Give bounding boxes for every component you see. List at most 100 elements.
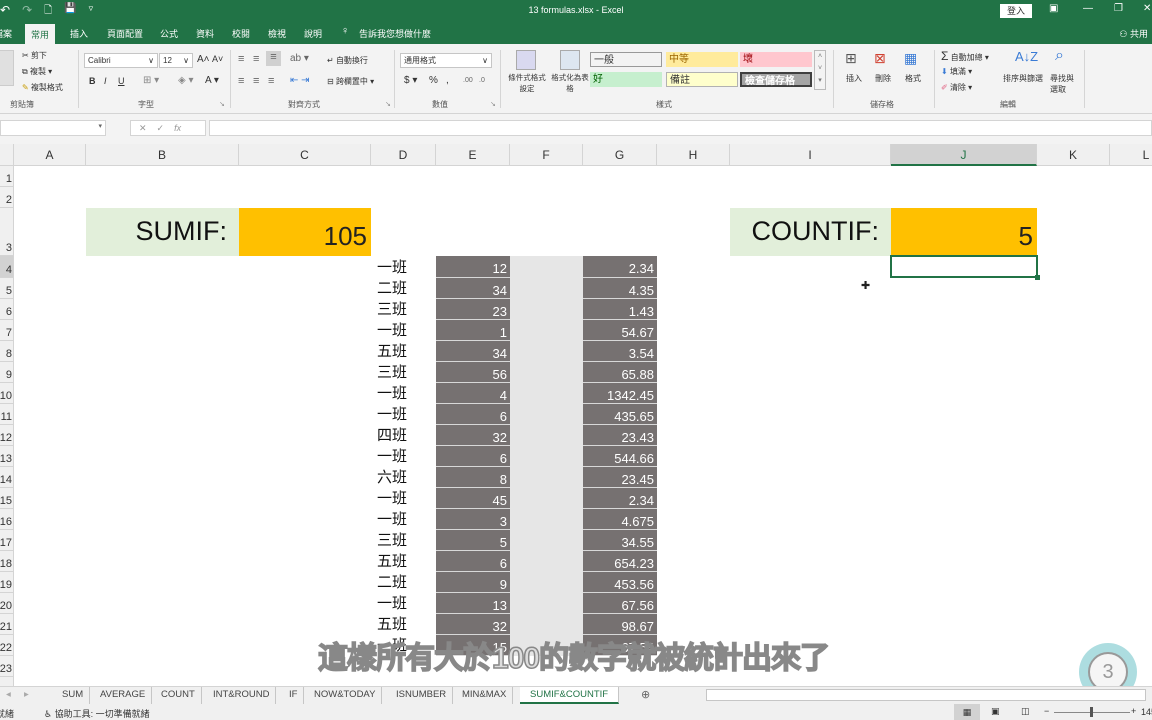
- value-cell-e[interactable]: 8: [436, 467, 510, 488]
- horizontal-scrollbar[interactable]: [706, 689, 1146, 701]
- dialog-launcher-icon[interactable]: ↘: [385, 100, 391, 108]
- column-header-g[interactable]: G: [583, 144, 657, 166]
- value-cell-e[interactable]: 9: [436, 572, 510, 593]
- class-cell[interactable]: 二班: [371, 572, 407, 593]
- row-header[interactable]: 10: [0, 383, 13, 404]
- active-cell-j4[interactable]: [890, 255, 1040, 280]
- ribbon-display-icon[interactable]: ▣: [1049, 3, 1058, 14]
- copy-button[interactable]: ⧉ 複製 ▾: [22, 66, 52, 77]
- percent-button[interactable]: %: [429, 75, 438, 86]
- tab-file[interactable]: 檔案: [0, 27, 12, 40]
- row-header[interactable]: 14: [0, 467, 13, 488]
- column-header-i[interactable]: I: [730, 144, 891, 166]
- row-header[interactable]: 1: [0, 166, 13, 187]
- align-center-icon[interactable]: ≡: [253, 75, 259, 87]
- insert-cells-button[interactable]: 插入: [846, 73, 862, 84]
- row-header[interactable]: 17: [0, 530, 13, 551]
- select-all-corner[interactable]: [0, 144, 14, 166]
- tab-scroll-left-icon[interactable]: ◂: [0, 687, 17, 704]
- value-cell-g[interactable]: 4.35: [583, 278, 657, 299]
- column-header-j[interactable]: J: [891, 144, 1037, 166]
- sheet-tab-min-max[interactable]: MIN&MAX: [456, 687, 514, 704]
- value-cell-g[interactable]: 1.43: [583, 299, 657, 320]
- style-check-cell[interactable]: 檢查儲存格: [740, 72, 812, 87]
- cut-button[interactable]: ✂ 剪下: [22, 50, 47, 61]
- row-header[interactable]: 3: [0, 208, 13, 256]
- value-cell-g[interactable]: 23.45: [583, 467, 657, 488]
- sheet-tab-count[interactable]: COUNT: [155, 687, 202, 704]
- class-cell[interactable]: 一班: [371, 383, 407, 404]
- value-cell-e[interactable]: 12: [436, 256, 510, 278]
- value-cell-g[interactable]: 54.67: [583, 320, 657, 341]
- class-cell[interactable]: 六班: [371, 467, 407, 488]
- sumif-value-cell[interactable]: 105: [239, 208, 371, 256]
- align-bottom-icon[interactable]: ≡: [266, 51, 281, 66]
- delete-cells-button[interactable]: 刪除: [875, 73, 891, 84]
- value-cell-e[interactable]: 32: [436, 425, 510, 446]
- row-header[interactable]: 23: [0, 656, 13, 677]
- class-cell[interactable]: 五班: [371, 614, 407, 635]
- shrink-font-button[interactable]: A˅: [212, 54, 223, 64]
- normal-view-icon[interactable]: ▦: [954, 704, 980, 720]
- value-cell-e[interactable]: 3: [436, 509, 510, 530]
- sheet-tab-sum[interactable]: SUM: [56, 687, 91, 704]
- sort-filter-button[interactable]: 排序與篩選: [1003, 73, 1043, 84]
- tab-view[interactable]: 檢視: [268, 27, 286, 40]
- value-cell-e[interactable]: 1: [436, 320, 510, 341]
- close-button[interactable]: ✕: [1143, 3, 1151, 14]
- value-cell-g[interactable]: 98.67: [583, 614, 657, 635]
- class-cell[interactable]: 五班: [371, 551, 407, 572]
- row-header[interactable]: 21: [0, 614, 13, 635]
- column-header-k[interactable]: K: [1037, 144, 1110, 166]
- sumif-label-cell[interactable]: SUMIF:: [86, 208, 239, 256]
- column-header-d[interactable]: D: [371, 144, 436, 166]
- accessibility-status[interactable]: ♿ 協助工具: 一切準備就緒: [44, 707, 150, 720]
- countif-value-cell[interactable]: 5: [891, 208, 1037, 256]
- class-cell[interactable]: 四班: [371, 425, 407, 446]
- row-header[interactable]: 8: [0, 341, 13, 362]
- fill-button[interactable]: ⬇ 填滿 ▾: [941, 66, 972, 77]
- row-header[interactable]: 19: [0, 572, 13, 593]
- underline-button[interactable]: U: [118, 76, 125, 86]
- insert-function-icon[interactable]: fx: [174, 123, 181, 133]
- value-cell-g[interactable]: 654.23: [583, 551, 657, 572]
- tab-page-layout[interactable]: 頁面配置: [107, 27, 143, 40]
- formula-input[interactable]: [209, 120, 1152, 136]
- value-cell-e[interactable]: 23: [436, 299, 510, 320]
- row-header[interactable]: 15: [0, 488, 13, 509]
- row-header[interactable]: 2: [0, 187, 13, 208]
- value-cell-e[interactable]: 56: [436, 362, 510, 383]
- value-cell-g[interactable]: 2.34: [583, 488, 657, 509]
- currency-button[interactable]: $ ▾: [404, 75, 417, 86]
- increase-decimal-button[interactable]: .00: [463, 77, 473, 84]
- border-icon[interactable]: ⊞ ▾: [143, 75, 159, 86]
- italic-button[interactable]: I: [104, 76, 107, 86]
- align-top-icon[interactable]: ≡: [238, 53, 244, 65]
- conditional-format-button[interactable]: 條件式格式設定: [505, 72, 549, 94]
- add-sheet-button[interactable]: ⊕: [635, 687, 656, 704]
- tab-formulas[interactable]: 公式: [160, 27, 178, 40]
- class-cell[interactable]: 一班: [371, 488, 407, 509]
- dialog-launcher-icon[interactable]: ↘: [490, 100, 496, 108]
- fill-color-icon[interactable]: ◈ ▾: [178, 75, 194, 86]
- tell-me-input[interactable]: 告訴我您想做什麼: [359, 27, 431, 40]
- style-bad[interactable]: 壞: [740, 52, 812, 67]
- grow-font-button[interactable]: A˄: [197, 54, 210, 65]
- value-cell-g[interactable]: 67.56: [583, 593, 657, 614]
- font-name-select[interactable]: Calibri ∨: [84, 53, 158, 68]
- align-left-icon[interactable]: ≡: [238, 75, 244, 87]
- row-header[interactable]: 7: [0, 320, 13, 341]
- class-cell[interactable]: 一班: [371, 404, 407, 425]
- tab-data[interactable]: 資料: [196, 27, 214, 40]
- find-select-button[interactable]: 尋找與選取: [1050, 73, 1078, 95]
- orientation-icon[interactable]: ab ▾: [290, 53, 309, 64]
- row-header[interactable]: 20: [0, 593, 13, 614]
- value-cell-e[interactable]: 6: [436, 551, 510, 572]
- bold-button[interactable]: B: [89, 76, 96, 86]
- class-cell[interactable]: 一班: [371, 509, 407, 530]
- cancel-icon[interactable]: ✕: [139, 123, 157, 133]
- column-header-c[interactable]: C: [239, 144, 371, 166]
- class-cell[interactable]: 一班: [371, 256, 407, 278]
- align-middle-icon[interactable]: ≡: [253, 53, 259, 65]
- value-cell-e[interactable]: 4: [436, 383, 510, 404]
